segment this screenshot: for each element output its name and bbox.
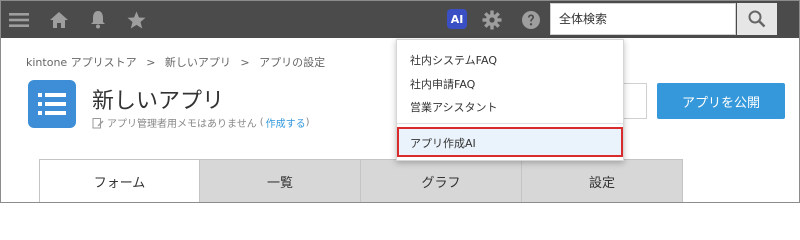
gear-icon[interactable] (480, 1, 504, 38)
memo-paren-close: ) (305, 117, 310, 128)
app-title: 新しいアプリ (92, 89, 225, 114)
breadcrumb-separator: > (146, 56, 156, 69)
obscured-field (623, 83, 647, 119)
create-memo-link[interactable]: 作成する (266, 115, 306, 130)
edit-note-icon (92, 117, 104, 128)
breadcrumb-item-appstore[interactable]: kintone アプリストア (26, 56, 137, 69)
memo-paren-open: ( (259, 117, 264, 128)
settings-tabs: フォーム 一覧 グラフ 設定 (39, 159, 683, 202)
bell-icon[interactable] (85, 1, 111, 38)
menu-item-app-creation-ai[interactable]: アプリ作成AI (410, 135, 476, 151)
search-input[interactable]: 全体検索 (550, 3, 736, 35)
menu-icon[interactable] (6, 1, 32, 38)
home-icon[interactable] (46, 1, 72, 38)
tab-form[interactable]: フォーム (39, 159, 200, 202)
help-icon[interactable] (519, 1, 543, 38)
tab-graph[interactable]: グラフ (361, 159, 522, 202)
ai-dropdown-menu: 社内システムFAQ 社内申請FAQ 営業アシスタント アプリ作成AI (396, 39, 624, 161)
publish-app-button[interactable]: アプリを公開 (657, 83, 785, 119)
window: AI 全体検索 kintone アプリストア > 新しいアプリ > アプリの設定… (0, 0, 800, 203)
menu-item-application-faq[interactable]: 社内申請FAQ (410, 76, 475, 92)
search-icon[interactable] (737, 3, 777, 35)
ai-icon[interactable]: AI (447, 9, 467, 29)
star-icon[interactable] (123, 1, 149, 38)
menu-item-system-faq[interactable]: 社内システムFAQ (410, 52, 497, 68)
tab-list[interactable]: 一覧 (200, 159, 361, 202)
breadcrumb-item-app[interactable]: 新しいアプリ (165, 56, 231, 69)
breadcrumb: kintone アプリストア > 新しいアプリ > アプリの設定 (26, 54, 331, 70)
breadcrumb-item-settings: アプリの設定 (259, 56, 326, 69)
app-icon (28, 80, 76, 128)
app-memo: アプリ管理者用メモはありません ( 作成する ) (92, 115, 310, 130)
memo-text: アプリ管理者用メモはありません (107, 119, 257, 130)
top-header: AI 全体検索 (1, 1, 799, 38)
tab-settings[interactable]: 設定 (522, 159, 683, 202)
breadcrumb-separator: > (240, 56, 250, 69)
menu-item-sales-assistant[interactable]: 営業アシスタント (410, 99, 498, 115)
menu-divider (397, 123, 623, 124)
